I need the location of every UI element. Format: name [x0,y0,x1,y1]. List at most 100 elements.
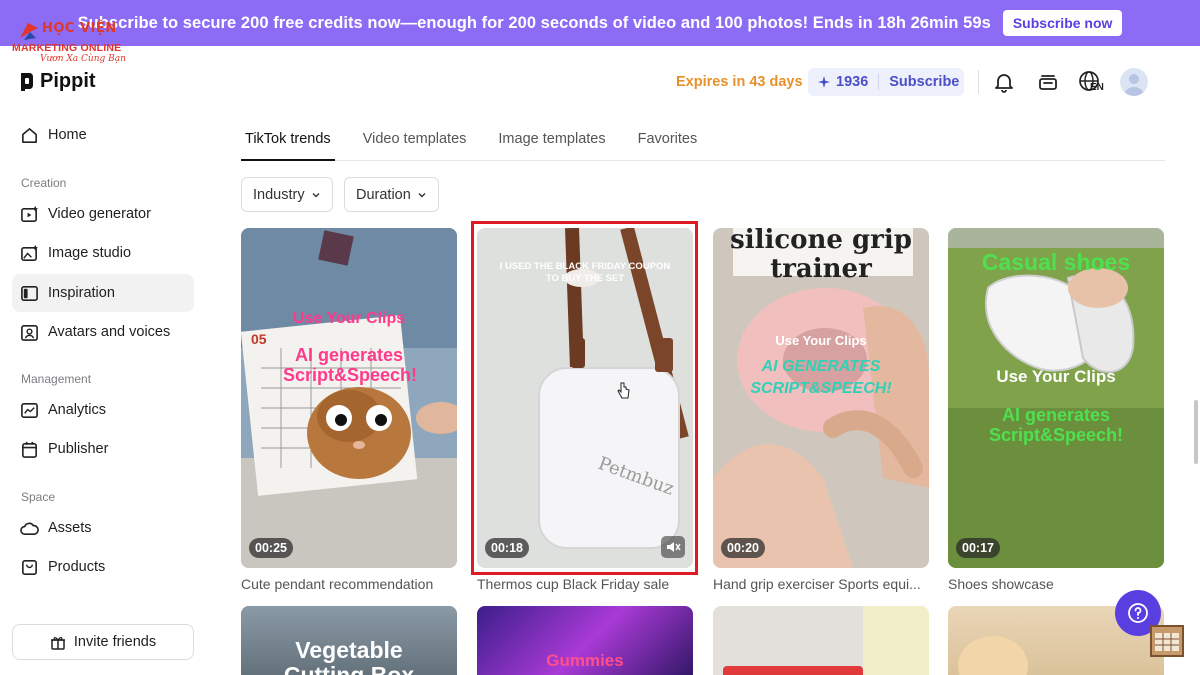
tab-image-templates[interactable]: Image templates [494,128,609,161]
pippit-logo-icon [21,72,34,91]
sidebar-item-label: Publisher [48,441,109,457]
video-generator-icon [21,205,39,222]
brand-logo[interactable]: Pippit [20,70,96,93]
grid-icon [1155,633,1179,651]
sidebar-item-label: Products [48,559,106,575]
question-icon [1128,603,1148,623]
sidebar-item-label: Video generator [48,206,151,222]
sparkle-icon [818,76,830,88]
credits-count: 1936 [836,74,869,90]
promo-banner-text: Subscribe to secure 200 free credits now… [77,13,991,32]
card-overlay-text: Use Your Clips [996,367,1116,386]
card-overlay-title: Casual shoes [981,249,1131,275]
sidebar-item-label: Home [48,127,87,143]
card-caption[interactable]: Hand grip exerciser Sports equi... [713,576,921,592]
pendant-thumbnail [241,228,457,568]
corner-calendar-widget [1150,625,1184,657]
invite-friends-button[interactable]: Invite friends [12,624,194,660]
sidebar-item-analytics[interactable]: Analytics [20,391,106,429]
invite-friends-label: Invite friends [73,634,157,650]
inspiration-icon [21,285,38,301]
home-icon [22,127,37,143]
duration-filter[interactable]: Duration [344,177,439,212]
tab-video-templates[interactable]: Video templates [359,128,471,161]
template-card[interactable]: Casual shoes Use Your Clips AI generates… [948,228,1164,568]
template-card[interactable] [713,606,929,675]
page-scrollbar[interactable] [1194,400,1198,464]
card-overlay-text: Use Your Clips [292,310,406,327]
subscribe-link[interactable]: Subscribe [889,74,959,90]
calendar-number: 05 [251,331,267,347]
card-caption[interactable]: Cute pendant recommendation [241,576,433,592]
card-overlay-text: AI generates Script&Speech! [283,345,418,385]
card-overlay-text: AI GENERATES SCRIPT&SPEECH! [750,358,892,397]
language-code: EN [1090,82,1104,93]
card-overlay-title: Vegetable Cutting Box [284,637,414,675]
avatar[interactable] [1120,68,1148,96]
card-overlay-title: Gummies [546,651,624,670]
selection-highlight-box [471,221,698,575]
duration-filter-label: Duration [356,186,411,203]
watermark-line3: Vươn Xa Cùng Bạn [40,54,126,64]
template-card[interactable]: Vegetable Cutting Box [241,606,457,675]
language-selector[interactable]: EN [1078,70,1108,96]
sidebar-item-label: Avatars and voices [48,324,171,340]
sidebar-item-image-studio[interactable]: Image studio [20,234,131,272]
card-overlay-title: silicone grip trainer [730,228,912,284]
template-card[interactable]: Use Your Clips AI generates Script&Speec… [241,228,457,568]
section-management: Management [21,372,92,386]
cloud-icon [20,522,39,535]
chevron-down-icon [418,192,426,197]
subscribe-now-button[interactable]: Subscribe now [1002,10,1123,36]
pegboard-red-text-shape [723,666,863,675]
avatars-icon [21,324,38,341]
section-space: Space [21,490,56,504]
duration-badge: 00:25 [249,538,293,558]
card-overlay-text: AI generates Script&Speech! [988,405,1124,445]
expires-text: Expires in 43 days [676,74,803,90]
sidebar-item-label: Image studio [48,245,132,261]
credits-divider [878,74,880,90]
duration-badge: 00:17 [956,538,1000,558]
pegboard-fabric [863,606,929,675]
template-card[interactable]: silicone grip trainer Use Your Clips AI … [713,228,929,568]
user-avatar-icon [1124,74,1144,96]
watermark-logo: HỌC VIỆN MARKETING ONLINE Vươn Xa Cùng B… [10,18,126,64]
watermark-mark-icon [20,23,38,40]
credits-pill[interactable]: 1936 Subscribe [808,68,964,96]
sidebar-item-home[interactable]: Home [20,116,87,154]
watermark-line1: HỌC VIỆN [42,21,117,36]
tab-favorites[interactable]: Favorites [634,128,702,161]
tab-tiktok-trends[interactable]: TikTok trends [241,128,335,161]
template-tabs: TikTok trends Video templates Image temp… [241,128,1165,161]
sidebar-item-publisher[interactable]: Publisher [20,430,108,468]
sidebar-item-inspiration[interactable]: Inspiration [20,274,115,312]
calendar-icon [22,441,37,458]
bell-icon[interactable] [992,70,1016,94]
layers-icon[interactable] [1036,70,1060,94]
sidebar-item-assets[interactable]: Assets [20,509,92,547]
shoes-thumbnail [948,228,1164,568]
industry-filter-label: Industry [253,186,305,203]
products-icon [22,559,37,575]
watermark-line2: MARKETING ONLINE [12,42,122,54]
analytics-icon [21,402,38,418]
sidebar-item-products[interactable]: Products [20,548,105,586]
sidebar-item-label: Analytics [48,402,107,418]
card-overlay-text: Use Your Clips [775,333,867,348]
sidebar-item-label: Assets [48,520,92,536]
brand-name: Pippit [40,70,96,92]
sidebar-item-video-generator[interactable]: Video generator [20,195,151,233]
header-divider [978,70,979,94]
sidebar-item-label: Inspiration [48,285,115,301]
duration-badge: 00:20 [721,538,765,558]
industry-filter[interactable]: Industry [241,177,333,212]
card-caption[interactable]: Thermos cup Black Friday sale [477,576,669,592]
sidebar-item-avatars[interactable]: Avatars and voices [20,313,170,351]
card-caption[interactable]: Shoes showcase [948,576,1054,592]
section-creation: Creation [21,176,67,190]
chevron-down-icon [312,192,320,197]
gift-icon [50,637,65,650]
image-studio-icon [21,244,39,261]
template-card[interactable]: Gummies [477,606,693,675]
